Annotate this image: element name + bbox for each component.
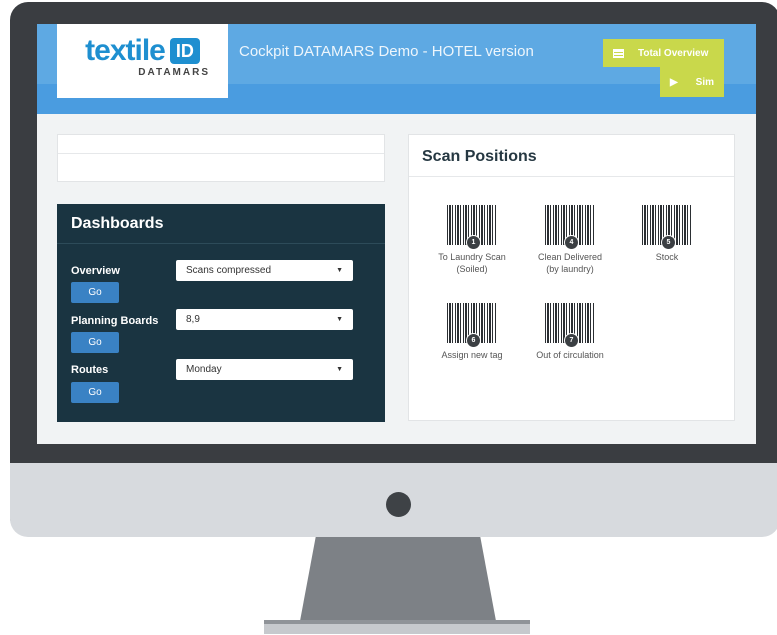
position-number-badge: 4 (564, 235, 579, 250)
barcode-icon: 7 (545, 303, 595, 348)
sim-button[interactable]: ▶ Sim (660, 67, 724, 97)
chevron-down-icon: ▼ (336, 267, 343, 274)
overview-select[interactable]: Scans compressed ▼ (176, 260, 353, 281)
divider (409, 176, 734, 177)
logo-badge: ID (169, 38, 200, 64)
routes-go-button[interactable]: Go (71, 382, 119, 403)
logo-word: textile (85, 34, 166, 67)
dashboards-panel: Dashboards Overview Scans compressed ▼ G… (57, 204, 385, 422)
overview-go-button[interactable]: Go (71, 282, 119, 303)
screen: textile ID DATAMARS Cockpit DATAMARS Dem… (37, 24, 756, 444)
scan-position-7[interactable]: 7 Out of circulation (522, 303, 618, 361)
chevron-down-icon: ▼ (336, 316, 343, 323)
power-button-icon (386, 492, 411, 517)
position-number-badge: 6 (466, 333, 481, 348)
routes-select[interactable]: Monday ▼ (176, 359, 353, 380)
scan-position-4[interactable]: 4 Clean Delivered (by laundry) (522, 205, 618, 275)
monitor-stand-base (264, 620, 530, 634)
barcode-icon: 4 (545, 205, 595, 250)
scan-position-label: To Laundry Scan (Soiled) (424, 251, 520, 275)
planning-boards-label: Planning Boards (71, 315, 159, 327)
play-icon: ▶ (670, 76, 678, 88)
planning-boards-select[interactable]: 8,9 ▼ (176, 309, 353, 330)
scan-position-6[interactable]: 6 Assign new tag (424, 303, 520, 361)
scan-position-label-line1: Assign new tag (441, 350, 503, 360)
barcode-icon: 6 (447, 303, 497, 348)
scan-position-label: Clean Delivered (by laundry) (522, 251, 618, 275)
barcode-icon: 5 (642, 205, 692, 250)
scan-position-5[interactable]: 5 Stock (619, 205, 715, 263)
scan-position-label-line1: Stock (655, 252, 679, 262)
app-header: textile ID DATAMARS Cockpit DATAMARS Dem… (37, 24, 756, 114)
total-overview-label: Total Overview (638, 47, 709, 59)
app-title: Cockpit DATAMARS Demo - HOTEL version (239, 43, 534, 60)
scan-positions-panel: Scan Positions 1 To Laundry Scan (Soiled… (408, 134, 735, 421)
divider (57, 243, 385, 244)
planning-boards-select-value: 8,9 (186, 314, 200, 325)
scan-position-label: Stock (619, 251, 715, 263)
monitor-stand (300, 537, 496, 621)
table-icon (613, 48, 624, 58)
position-number-badge: 1 (466, 235, 481, 250)
planning-boards-go-button[interactable]: Go (71, 332, 119, 353)
scan-position-label-line2: (Soiled) (456, 264, 488, 274)
blank-panel (57, 134, 385, 182)
dashboards-title: Dashboards (71, 215, 164, 232)
overview-label: Overview (71, 265, 120, 277)
textile-id-logo[interactable]: textile ID DATAMARS (57, 24, 228, 98)
sim-label: Sim (695, 76, 714, 88)
scan-position-label-line2: (by laundry) (546, 264, 594, 274)
routes-label: Routes (71, 364, 109, 376)
scan-position-label-line1: Out of circulation (536, 350, 604, 360)
scan-position-label-line1: To Laundry Scan (438, 252, 506, 262)
barcode-icon: 1 (447, 205, 497, 250)
scan-position-1[interactable]: 1 To Laundry Scan (Soiled) (424, 205, 520, 275)
routes-select-value: Monday (186, 364, 222, 375)
total-overview-button[interactable]: Total Overview (603, 39, 724, 67)
scan-position-label: Out of circulation (522, 349, 618, 361)
chevron-down-icon: ▼ (336, 366, 343, 373)
position-number-badge: 7 (564, 333, 579, 348)
scan-positions-title: Scan Positions (422, 148, 537, 165)
divider (58, 153, 384, 154)
scan-position-label: Assign new tag (424, 349, 520, 361)
position-number-badge: 5 (661, 235, 676, 250)
scan-position-label-line1: Clean Delivered (537, 252, 603, 262)
overview-select-value: Scans compressed (186, 265, 272, 276)
logo-subtitle: DATAMARS (138, 67, 210, 78)
